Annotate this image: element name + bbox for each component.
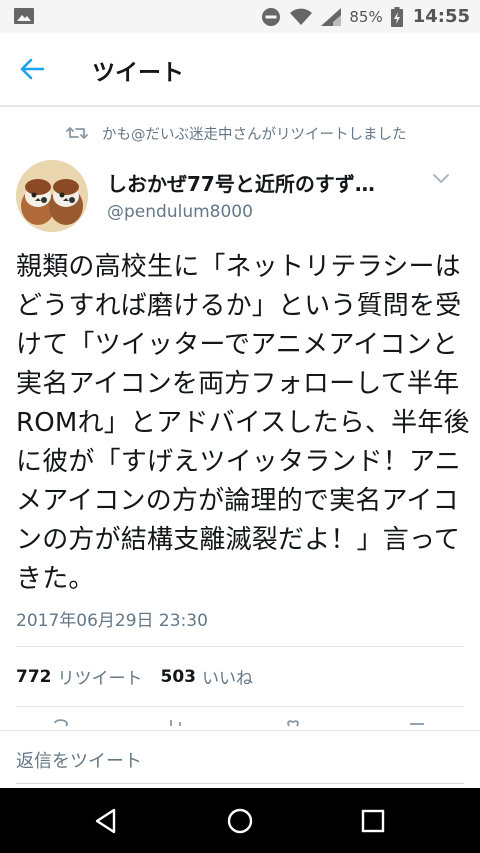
retweet-attribution-text: かも@だいぶ迷走中さんがリツイートしました: [102, 126, 407, 143]
battery-percentage: 85%: [349, 7, 383, 26]
share-icon[interactable]: [408, 716, 426, 726]
wifi-icon: [290, 8, 313, 25]
status-bar: 85% 14:55: [0, 0, 480, 33]
chevron-down-icon[interactable]: [430, 172, 452, 186]
app-bar: ツイート: [0, 33, 480, 107]
tweet-timestamp: 2017年06月29日 23:30: [16, 611, 208, 631]
signal-icon: [321, 7, 342, 26]
navigation-bar: [0, 788, 480, 853]
nav-recents-icon[interactable]: [358, 806, 388, 836]
reply-input[interactable]: 返信をツイート: [16, 747, 142, 773]
author-handle[interactable]: @pendulum8000: [107, 202, 253, 222]
page-title: ツイート: [92, 60, 184, 86]
clock: 14:55: [412, 6, 470, 27]
nav-home-icon[interactable]: [225, 806, 255, 836]
retweet-label[interactable]: リツイート: [58, 664, 143, 689]
nav-back-icon[interactable]: [92, 806, 122, 836]
author-name[interactable]: しおかぜ77号と近所のすず…: [107, 168, 417, 197]
retweet-count[interactable]: 772: [16, 667, 52, 687]
sparrow-avatar-icon: [16, 160, 88, 232]
tweet-stats: 772 リツイート 503 いいね: [16, 664, 271, 690]
retweet-action-icon[interactable]: [168, 716, 186, 726]
action-bar: [0, 708, 480, 726]
reply-bar: 返信をツイート: [0, 730, 480, 789]
back-arrow-icon[interactable]: [16, 55, 48, 83]
retweet-icon: [66, 127, 88, 139]
divider: [16, 706, 464, 707]
tweet-text: 親類の高校生に「ネットリテラシーはどうすれば磨けるか」という質問を受けて「ツイッ…: [16, 252, 470, 594]
divider: [16, 646, 464, 647]
avatar[interactable]: [16, 160, 88, 232]
like-icon[interactable]: [284, 716, 302, 726]
do-not-disturb-icon: [262, 7, 281, 26]
reply-input-underline: [16, 783, 464, 784]
photo-icon: [14, 8, 34, 24]
retweet-attribution[interactable]: かも@だいぶ迷走中さんがリツイートしました: [66, 122, 407, 144]
like-count[interactable]: 503: [161, 667, 197, 687]
like-label[interactable]: いいね: [202, 664, 253, 689]
battery-icon: [390, 6, 403, 27]
reply-icon[interactable]: [52, 716, 70, 726]
